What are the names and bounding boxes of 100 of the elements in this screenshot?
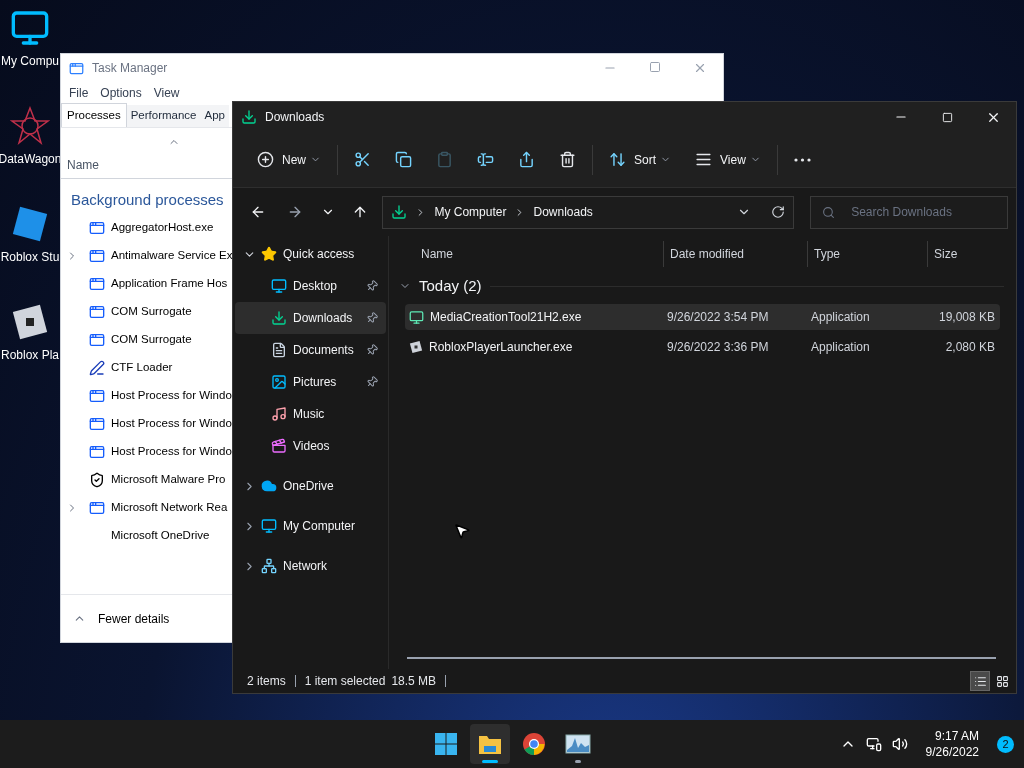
desktop-icon-label[interactable]: My Compu: [1, 52, 59, 70]
nav-label: My Computer: [283, 518, 356, 535]
column-header[interactable]: Type: [814, 245, 840, 263]
more-icon: [793, 157, 811, 162]
search-icon: [822, 205, 836, 219]
process-name[interactable]: COM Surrogate: [111, 302, 192, 321]
menu-item[interactable]: View: [153, 84, 180, 102]
window-title: Task Manager: [92, 60, 168, 77]
close-icon[interactable]: [693, 61, 707, 75]
nav-item[interactable]: Music: [235, 398, 386, 430]
nav-item[interactable]: Network: [235, 550, 386, 582]
windows-logo-icon: [434, 732, 458, 756]
size-cell-text: 19,008 KB: [937, 309, 996, 326]
nav-label: Network: [283, 558, 327, 575]
address-bar[interactable]: My Computer Downloads: [382, 195, 795, 229]
column-header[interactable]: Name: [67, 156, 99, 174]
tab[interactable]: Performance: [126, 105, 201, 127]
speaker-icon[interactable]: [891, 736, 908, 752]
installer-icon: [409, 309, 424, 325]
nav-label: Music: [293, 406, 325, 423]
nav-item[interactable]: OneDrive: [235, 470, 386, 502]
network-icon[interactable]: [865, 736, 882, 752]
list-icon: [973, 674, 987, 688]
process-name[interactable]: AggregatorHost.exe: [111, 218, 214, 237]
performance-monitor-icon: [565, 734, 591, 754]
file-row[interactable]: RobloxPlayerLauncher.exe 9/26/2022 3:36 PM Application 2,080 KB: [405, 334, 1000, 360]
video-icon: [271, 438, 287, 454]
app-window-icon: [89, 247, 105, 264]
nav-item[interactable]: My Computer: [235, 510, 386, 542]
file-row[interactable]: MediaCreationTool21H2.exe 9/26/2022 3:54 PM Application 19,008 KB: [405, 304, 1000, 330]
process-name[interactable]: Host Process for Windo: [111, 414, 232, 433]
menu-item[interactable]: File: [69, 84, 89, 102]
column-header[interactable]: Name: [421, 245, 453, 263]
taskbar-app-button[interactable]: [470, 724, 510, 764]
app-window-icon: [89, 219, 105, 236]
desktop-icon-label[interactable]: Roblox Pla: [1, 346, 59, 364]
share-icon: [518, 151, 535, 168]
column-header[interactable]: Date modified: [670, 245, 745, 263]
search-field[interactable]: Search Downloads: [810, 195, 1008, 229]
process-name[interactable]: Host Process for Windo: [111, 386, 232, 405]
sort-button[interactable]: Sort: [597, 143, 684, 176]
group-heading: Background processes: [71, 190, 224, 210]
cloud-icon: [261, 478, 277, 494]
file-name: MediaCreationTool21H2.exe: [430, 309, 582, 326]
pen-icon: [89, 359, 105, 376]
app-window-icon: [89, 443, 105, 460]
window-title: Downloads: [265, 109, 325, 126]
process-name[interactable]: Antimalware Service Ex: [111, 246, 233, 265]
refresh-icon[interactable]: [771, 205, 786, 219]
nav-item[interactable]: Videos: [235, 430, 386, 462]
group-heading: Today (2): [419, 275, 482, 296]
monitor-icon: [10, 8, 50, 48]
process-name[interactable]: CTF Loader: [111, 358, 173, 377]
app-window-icon: [89, 415, 105, 432]
nav-item[interactable]: Pictures: [235, 366, 386, 398]
sort-icon: [609, 151, 626, 168]
desktop-icon-label[interactable]: Roblox Stu: [0, 248, 60, 266]
new-icon: [257, 151, 274, 168]
nav-item[interactable]: Downloads: [235, 302, 386, 334]
column-header[interactable]: Size: [934, 245, 958, 263]
picture-icon: [271, 374, 287, 390]
process-name[interactable]: Microsoft OneDrive: [111, 526, 210, 545]
tab[interactable]: App: [200, 105, 229, 127]
grid-icon: [995, 674, 1009, 688]
clock[interactable]: 9:17 AM 9/26/2022: [925, 728, 979, 760]
process-name[interactable]: Microsoft Malware Pro: [111, 470, 226, 489]
nav-item[interactable]: Quick access: [235, 238, 386, 270]
size-cell-text: 2,080 KB: [944, 339, 996, 356]
details-view-button[interactable]: [970, 671, 990, 691]
breadcrumb-item[interactable]: Downloads: [533, 203, 593, 221]
app-window-icon: [89, 331, 105, 348]
chrome-icon: [522, 732, 546, 756]
breadcrumb-item[interactable]: My Computer: [434, 203, 507, 221]
new-button[interactable]: New: [245, 143, 333, 176]
nav-label: OneDrive: [283, 478, 334, 495]
download-icon: [391, 204, 408, 220]
process-name[interactable]: Application Frame Hos: [111, 274, 228, 293]
star-burst-icon: [10, 106, 50, 146]
nav-label: Videos: [293, 438, 330, 455]
process-name[interactable]: Microsoft Network Rea: [111, 498, 228, 517]
desktop-icon-label[interactable]: DataWagon: [0, 150, 62, 168]
notification-badge[interactable]: 2: [997, 735, 1014, 753]
process-name[interactable]: COM Surrogate: [111, 330, 192, 349]
star-icon: [261, 246, 277, 262]
nav-item[interactable]: Documents: [235, 334, 386, 366]
view-button[interactable]: View: [683, 143, 773, 176]
maximize-icon[interactable]: [649, 61, 661, 73]
task-manager-icon: [69, 60, 84, 76]
fewer-details-link[interactable]: Fewer details: [98, 609, 170, 628]
nav-label: Documents: [293, 342, 354, 359]
file-name: RobloxPlayerLauncher.exe: [429, 339, 573, 356]
delete-icon: [559, 151, 576, 168]
folder-icon: [478, 733, 502, 755]
document-icon: [271, 342, 287, 358]
menu-item[interactable]: Options: [100, 84, 142, 102]
process-name[interactable]: Host Process for Windo: [111, 442, 232, 461]
type-cell-text: Application: [810, 309, 871, 326]
tab[interactable]: Processes: [61, 103, 127, 127]
status-text: 2 items: [247, 673, 286, 690]
nav-item[interactable]: Desktop: [235, 270, 386, 302]
